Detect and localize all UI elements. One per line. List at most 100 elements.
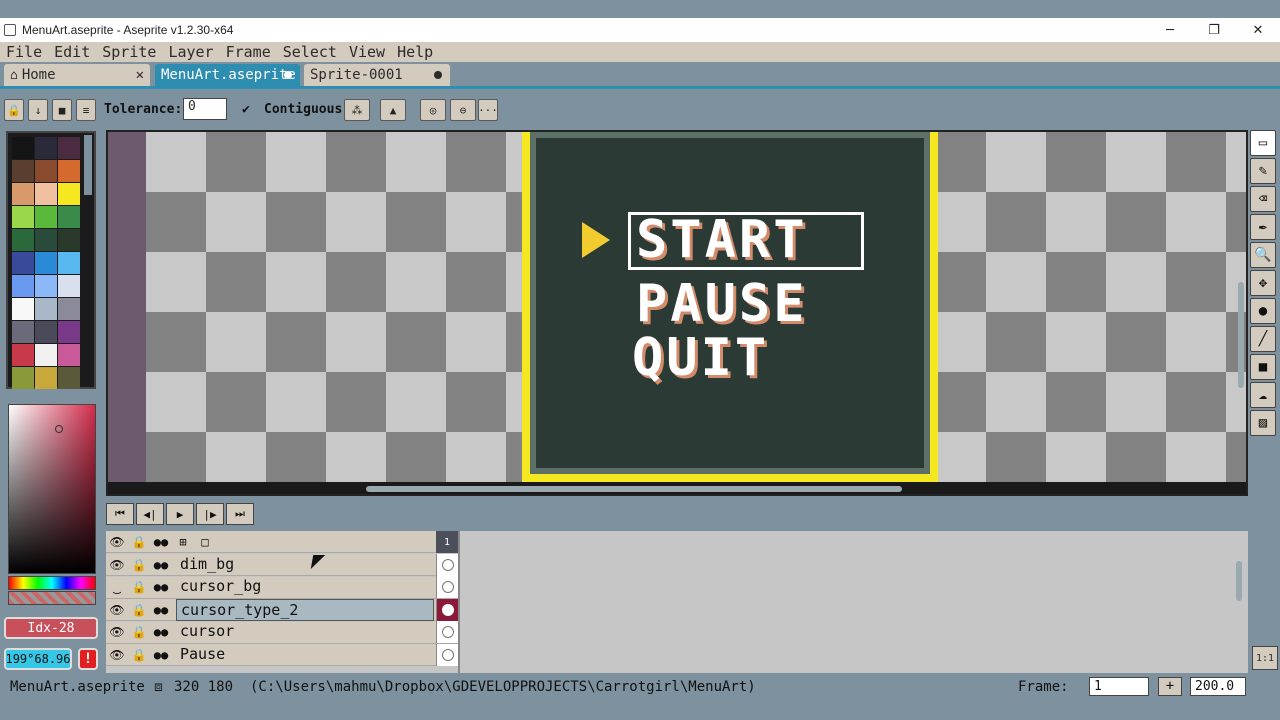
lock-icon[interactable]: 🔒	[4, 99, 24, 121]
zoom-icon[interactable]: 🔍	[1250, 242, 1276, 268]
timeline-scrollbar[interactable]	[1236, 561, 1242, 601]
palette-swatch[interactable]	[12, 137, 34, 159]
pixel-perfect-icon[interactable]: ⁂	[344, 99, 370, 121]
frame-input[interactable]: 1	[1089, 677, 1149, 696]
layer-name[interactable]: cursor_type_2	[176, 598, 434, 621]
menu-help[interactable]: Help	[391, 43, 439, 61]
palette-swatch[interactable]	[35, 229, 57, 251]
palette-swatch[interactable]	[58, 367, 80, 389]
cel-cell[interactable]	[436, 643, 458, 666]
minimize-button[interactable]: ─	[1148, 18, 1192, 42]
palette-swatch[interactable]	[12, 275, 34, 297]
palette-swatch[interactable]	[58, 206, 80, 228]
previous-frame-icon[interactable]: ◀|	[136, 503, 164, 525]
palette-swatch[interactable]	[12, 344, 34, 366]
color-value-badge[interactable]: 199°68.96	[4, 648, 72, 670]
lock-icon[interactable]: 🔒	[128, 625, 150, 639]
contiguous-checkbox[interactable]: ✔	[242, 102, 250, 117]
cel-cell[interactable]	[436, 598, 458, 621]
eye-icon[interactable]: 👁	[106, 625, 128, 639]
color-index-badge[interactable]: Idx-28	[4, 617, 98, 639]
menu-view[interactable]: View	[343, 43, 391, 61]
palette-swatch[interactable]	[58, 160, 80, 182]
layer-row[interactable]: 👁 🔒 ●● Pause	[106, 643, 458, 666]
last-frame-icon[interactable]: ⏭	[226, 503, 254, 525]
zoom-one-to-one-button[interactable]: 1:1	[1252, 646, 1278, 670]
restore-button[interactable]: ❐	[1192, 18, 1236, 42]
eye-icon[interactable]: 👁	[106, 603, 128, 617]
menu-layer[interactable]: Layer	[162, 43, 219, 61]
tiled-mode-icon[interactable]: ⊖	[450, 99, 476, 121]
cel-cell[interactable]	[436, 576, 458, 598]
close-window-button[interactable]: ✕	[1236, 18, 1280, 42]
palette-swatch[interactable]	[58, 275, 80, 297]
continuous-icon[interactable]: ●●	[150, 603, 172, 617]
palette-scrollbar[interactable]	[84, 135, 92, 195]
add-frame-button[interactable]: +	[1158, 677, 1182, 696]
list-icon[interactable]: ≡	[76, 99, 96, 121]
eye-closed-icon[interactable]: ‿	[106, 580, 128, 594]
palette-swatch[interactable]	[35, 275, 57, 297]
palette-swatch[interactable]	[12, 367, 34, 389]
palette-swatch[interactable]	[12, 252, 34, 274]
down-arrow-icon[interactable]: ↓	[28, 99, 48, 121]
lock-icon[interactable]: 🔒	[128, 535, 150, 549]
palette-swatch[interactable]	[12, 183, 34, 205]
hue-slider[interactable]	[8, 576, 96, 590]
paint-bucket-icon[interactable]: ●	[1250, 298, 1276, 324]
palette-swatch[interactable]	[12, 229, 34, 251]
lock-icon[interactable]: 🔒	[128, 648, 150, 662]
palette-swatch[interactable]	[58, 321, 80, 343]
layer-row[interactable]: 👁 🔒 ●● cursor_type_2	[106, 598, 458, 621]
palette-swatch[interactable]	[12, 160, 34, 182]
marquee-icon[interactable]: ▭	[1250, 130, 1276, 156]
palette-swatch[interactable]	[12, 298, 34, 320]
alpha-slider[interactable]	[8, 591, 96, 605]
lock-icon[interactable]: 🔒	[128, 603, 150, 617]
canvas-vertical-scrollbar[interactable]	[1238, 282, 1244, 388]
palette-swatch[interactable]	[35, 321, 57, 343]
continuous-icon[interactable]: ●●	[150, 648, 172, 662]
layer-group-icon[interactable]: ⊞	[172, 535, 194, 549]
menu-frame[interactable]: Frame	[220, 43, 277, 61]
palette-swatch[interactable]	[12, 321, 34, 343]
frame-number[interactable]: 1	[436, 531, 458, 553]
line-icon[interactable]: ╱	[1250, 326, 1276, 352]
layer-name[interactable]: cursor	[176, 621, 434, 643]
modified-dot-icon[interactable]	[284, 71, 292, 79]
palette-swatch[interactable]	[58, 298, 80, 320]
palette-swatch[interactable]	[35, 367, 57, 389]
layer-row[interactable]: 👁 🔒 ●● cursor	[106, 621, 458, 644]
palette-swatch[interactable]	[58, 229, 80, 251]
spray-icon[interactable]: ☁	[1250, 382, 1276, 408]
tab-sprite-0001[interactable]: Sprite-0001	[304, 64, 450, 86]
palette-swatch[interactable]	[35, 137, 57, 159]
palette-swatch[interactable]	[58, 137, 80, 159]
palette-swatch[interactable]	[35, 160, 57, 182]
tab-home[interactable]: ⌂ Home ✕	[4, 64, 150, 86]
fill-bucket-icon[interactable]: ▲	[380, 99, 406, 121]
menu-select[interactable]: Select	[277, 43, 343, 61]
tab-close-icon[interactable]: ✕	[136, 67, 144, 83]
layer-name[interactable]: cursor_bg	[176, 576, 434, 598]
tolerance-input[interactable]: 0	[183, 98, 227, 120]
eye-icon[interactable]: 👁	[106, 558, 128, 572]
continuous-icon[interactable]: ●●	[150, 535, 172, 549]
lock-icon[interactable]: 🔒	[128, 580, 150, 594]
layer-icon[interactable]: □	[194, 535, 216, 549]
palette-swatch[interactable]	[35, 298, 57, 320]
rectangle-icon[interactable]: ■	[1250, 354, 1276, 380]
continuous-icon[interactable]: ●●	[150, 625, 172, 639]
play-icon[interactable]: ▶	[166, 503, 194, 525]
next-frame-icon[interactable]: |▶	[196, 503, 224, 525]
eraser-icon[interactable]: ⌫	[1250, 186, 1276, 212]
first-frame-icon[interactable]: ⏮	[106, 503, 134, 525]
more-options-button[interactable]: ···	[478, 99, 498, 121]
layer-name[interactable]: Pause	[176, 644, 434, 666]
continuous-icon[interactable]: ●●	[150, 558, 172, 572]
palette-swatch[interactable]	[35, 252, 57, 274]
lock-icon[interactable]: 🔒	[128, 558, 150, 572]
zoom-input[interactable]: 200.0	[1190, 677, 1246, 696]
eye-icon[interactable]: 👁	[106, 648, 128, 662]
frames-area[interactable]	[458, 531, 1248, 673]
